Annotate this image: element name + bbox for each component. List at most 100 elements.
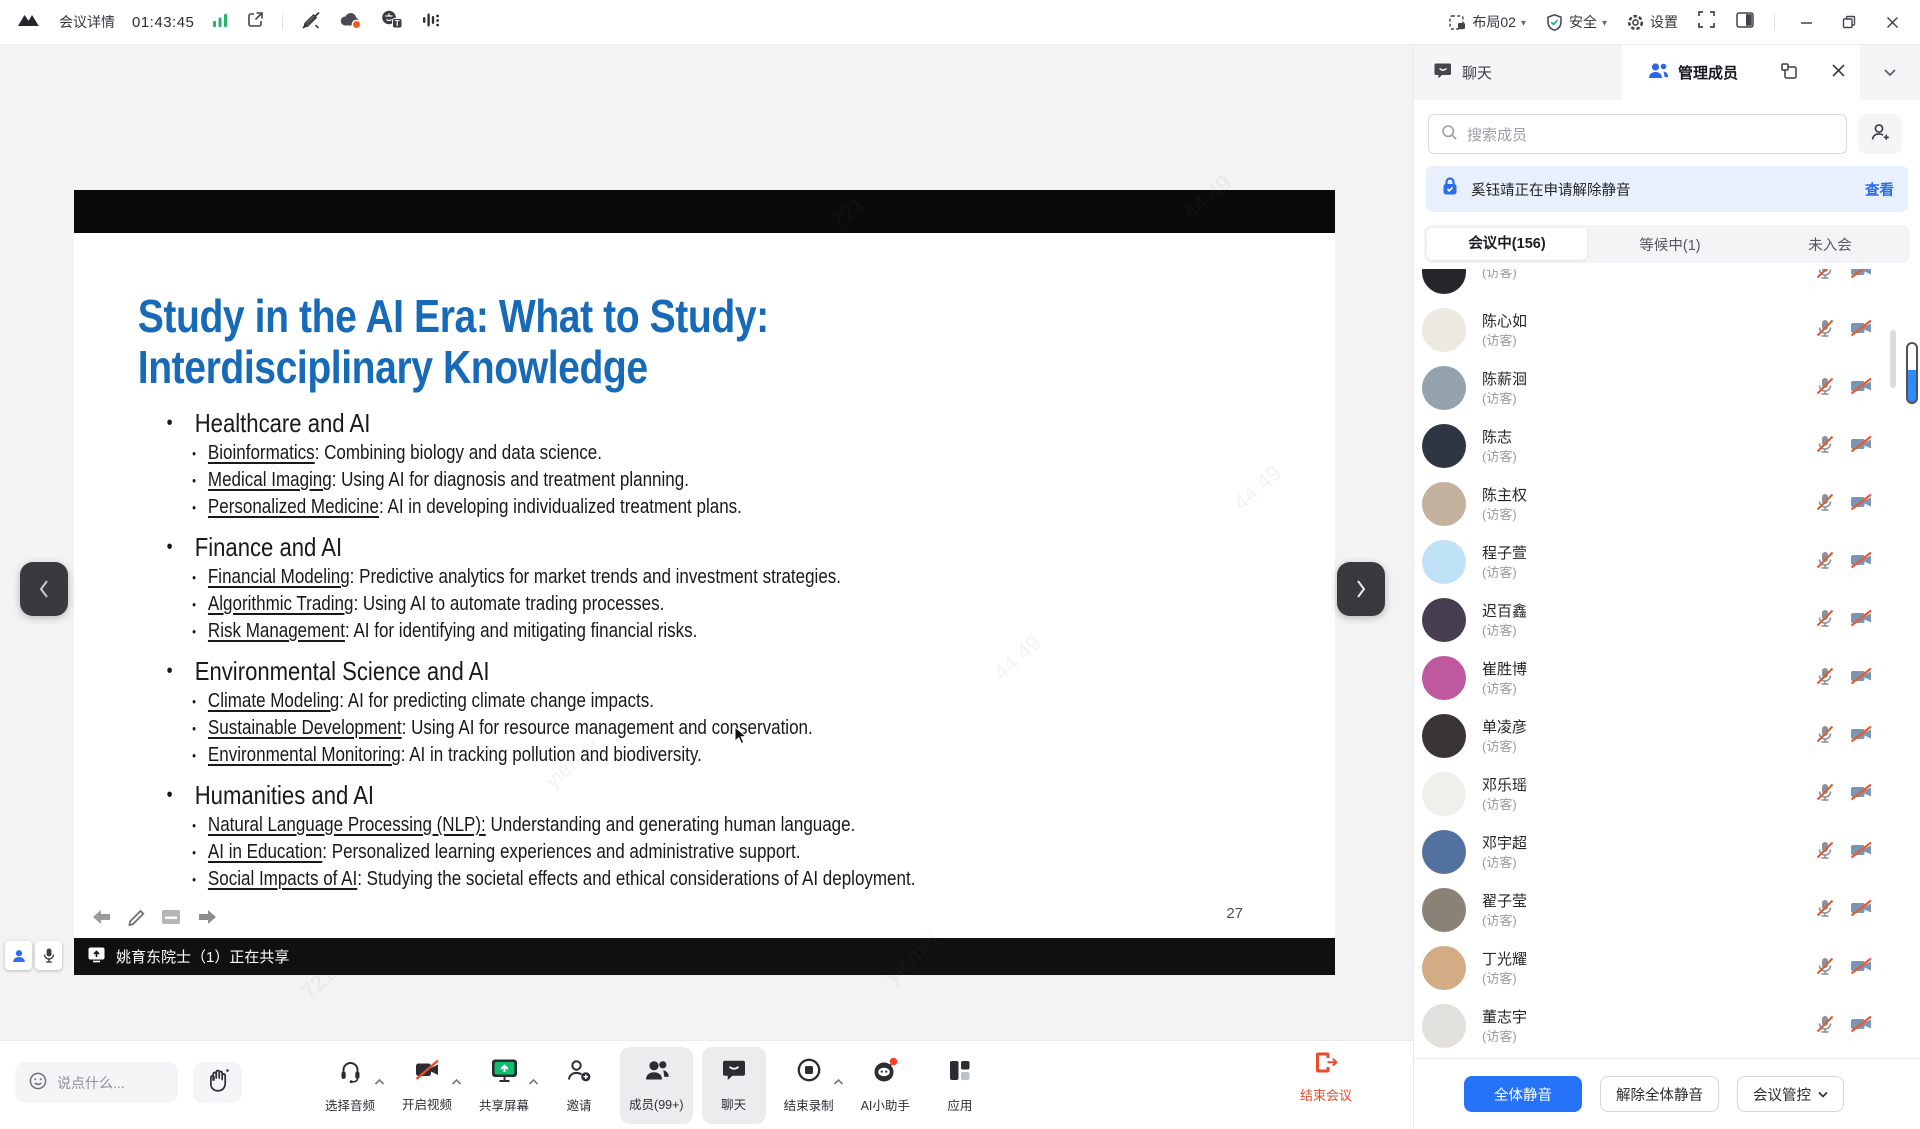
presenter-next-icon[interactable] — [195, 907, 219, 932]
member-row[interactable]: 崔胜博(访客) — [1414, 649, 1920, 707]
presenter-pen-icon[interactable] — [127, 907, 147, 932]
camera-off-icon[interactable] — [1849, 665, 1874, 692]
close-panel-icon[interactable] — [1831, 63, 1846, 82]
close-button[interactable] — [1880, 10, 1904, 34]
member-list[interactable]: (访客)陈心如(访客)陈薪洄(访客)陈志(访客)陈主权(访客)程子萱(访客)迟百… — [1414, 269, 1920, 1055]
member-row[interactable]: 邓宇超(访客) — [1414, 823, 1920, 881]
bullet-item: •AI in Education: Personalized learning … — [192, 839, 1334, 866]
popout-panel-icon[interactable] — [1780, 62, 1798, 84]
quick-chat-input[interactable]: 说点什么... — [15, 1062, 178, 1103]
camera-off-icon[interactable] — [1849, 955, 1874, 982]
add-member-button[interactable] — [1858, 114, 1902, 154]
caret-up-icon[interactable] — [833, 1073, 844, 1091]
camera-off-icon[interactable] — [1849, 897, 1874, 924]
toolbar-button-audio[interactable]: 选择音频 — [316, 1047, 384, 1124]
voiceprint-icon[interactable] — [421, 11, 443, 34]
presenter-prev-icon[interactable] — [90, 907, 114, 932]
tab-chat[interactable]: 聊天 — [1414, 45, 1622, 100]
collapse-panel-button[interactable] — [1860, 45, 1920, 100]
member-row[interactable]: 迟百鑫(访客) — [1414, 591, 1920, 649]
caret-up-icon[interactable] — [374, 1073, 385, 1091]
mic-muted-icon[interactable] — [1814, 269, 1836, 286]
bullet-term: Climate Modeling — [208, 690, 339, 712]
popout-window-icon[interactable] — [246, 10, 265, 34]
mic-muted-icon[interactable] — [1814, 781, 1836, 808]
meeting-control-button[interactable]: 会议管控 — [1737, 1076, 1844, 1112]
mic-muted-icon[interactable] — [1814, 549, 1836, 576]
security-button[interactable]: 安全▾ — [1545, 12, 1607, 32]
member-chip-icon[interactable] — [5, 941, 32, 970]
member-row[interactable]: 邓乐瑶(访客) — [1414, 765, 1920, 823]
tab-manage-members[interactable]: 管理成员 — [1622, 45, 1860, 100]
toolbar-button-video[interactable]: 开启视频 — [393, 1047, 461, 1124]
mic-muted-icon[interactable] — [1814, 1013, 1836, 1040]
camera-off-icon[interactable] — [1849, 607, 1874, 634]
camera-off-icon[interactable] — [1849, 839, 1874, 866]
member-search-input[interactable]: 搜索成员 — [1428, 114, 1847, 154]
avatar — [1422, 656, 1466, 700]
member-row[interactable]: (访客) — [1414, 269, 1920, 301]
cloud-record-icon[interactable] — [339, 10, 363, 35]
minimize-button[interactable] — [1794, 10, 1818, 34]
meeting-details-button[interactable]: 会议详情 — [59, 12, 115, 32]
member-list-scrollbar[interactable] — [1890, 330, 1896, 388]
banner-view-button[interactable]: 查看 — [1865, 179, 1894, 200]
mic-muted-icon[interactable] — [1814, 955, 1836, 982]
mic-muted-icon[interactable] — [1814, 433, 1836, 460]
annotation-off-icon[interactable] — [300, 10, 322, 35]
mic-muted-icon[interactable] — [1814, 665, 1836, 692]
camera-off-icon[interactable] — [1849, 781, 1874, 808]
prev-slide-button[interactable] — [20, 562, 68, 616]
mic-muted-icon[interactable] — [1814, 897, 1836, 924]
status-tab[interactable]: 会议中(156) — [1427, 228, 1587, 260]
mic-muted-icon[interactable] — [1814, 723, 1836, 750]
mic-chip-icon[interactable] — [35, 941, 62, 970]
member-row[interactable]: 陈志(访客) — [1414, 417, 1920, 475]
camera-off-icon[interactable] — [1849, 269, 1874, 286]
camera-off-icon[interactable] — [1849, 1013, 1874, 1040]
member-row[interactable]: 翟子莹(访客) — [1414, 881, 1920, 939]
toolbar-button-members[interactable]: 成员(99+) — [620, 1047, 693, 1124]
presenter-board-icon[interactable] — [160, 908, 182, 931]
camera-off-icon[interactable] — [1849, 723, 1874, 750]
unmute-all-button[interactable]: 解除全体静音 — [1600, 1076, 1719, 1112]
toolbar-button-stop-record[interactable]: 结束录制 — [775, 1047, 843, 1124]
mic-muted-icon[interactable] — [1814, 317, 1836, 344]
caret-up-icon[interactable] — [528, 1073, 539, 1091]
mic-muted-icon[interactable] — [1814, 839, 1836, 866]
status-tab[interactable]: 等候中(1) — [1590, 234, 1750, 255]
next-slide-button[interactable] — [1337, 562, 1385, 616]
toolbar-button-apps[interactable]: 应用 — [928, 1047, 992, 1124]
side-panel-toggle-icon[interactable] — [1735, 11, 1755, 34]
mic-muted-icon[interactable] — [1814, 607, 1836, 634]
member-row[interactable]: 丁光耀(访客) — [1414, 939, 1920, 997]
camera-off-icon[interactable] — [1849, 491, 1874, 518]
toolbar-button-ai-assistant[interactable]: AI小助手 — [852, 1047, 919, 1124]
member-row[interactable]: 陈薪洄(访客) — [1414, 359, 1920, 417]
toolbar-button-chat[interactable]: 聊天 — [702, 1047, 766, 1124]
layout-button[interactable]: 布局02▾ — [1448, 12, 1526, 32]
mic-muted-icon[interactable] — [1814, 491, 1836, 518]
caption-translate-icon[interactable]: T — [380, 9, 404, 35]
mic-muted-icon[interactable] — [1814, 375, 1836, 402]
fullscreen-icon[interactable] — [1697, 10, 1716, 34]
window-scrollbar-thumb[interactable] — [1906, 342, 1918, 404]
camera-off-icon[interactable] — [1849, 549, 1874, 576]
caret-up-icon[interactable] — [451, 1073, 462, 1091]
mute-all-button[interactable]: 全体静音 — [1464, 1076, 1582, 1112]
member-row[interactable]: 单凌彦(访客) — [1414, 707, 1920, 765]
member-row[interactable]: 董志宇(访客) — [1414, 997, 1920, 1055]
member-row[interactable]: 陈心如(访客) — [1414, 301, 1920, 359]
toolbar-button-invite[interactable]: 邀请 — [547, 1047, 611, 1124]
settings-button[interactable]: 设置 — [1626, 12, 1678, 32]
camera-off-icon[interactable] — [1849, 375, 1874, 402]
raise-hand-button[interactable] — [193, 1062, 242, 1103]
toolbar-button-share-screen[interactable]: 共享屏幕 — [470, 1047, 538, 1124]
member-row[interactable]: 程子萱(访客) — [1414, 533, 1920, 591]
camera-off-icon[interactable] — [1849, 433, 1874, 460]
status-tab[interactable]: 未入会 — [1750, 234, 1910, 255]
end-meeting-button[interactable]: 结束会议 — [1300, 1050, 1352, 1104]
camera-off-icon[interactable] — [1849, 317, 1874, 344]
member-row[interactable]: 陈主权(访客) — [1414, 475, 1920, 533]
maximize-button[interactable] — [1837, 10, 1861, 34]
